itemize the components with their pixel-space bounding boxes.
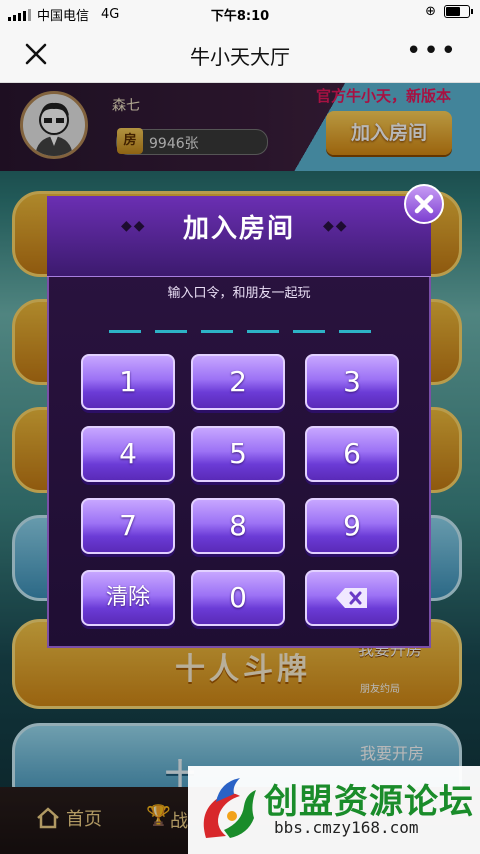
key-0[interactable]: 0 [191,570,285,626]
dialog-subtitle: 输入口令，和朋友一起玩 [167,286,311,301]
code-slot [201,330,233,333]
diamond-decoration-right: ◆◆ [323,218,349,234]
status-right: ⊕ [425,4,473,19]
battery-icon [444,5,473,18]
more-icon[interactable]: ••• [406,38,458,64]
nav-bar: 牛小天大厅 ••• [0,26,480,83]
dialog-header: ◆◆ 加入房间 ◆◆ [47,196,431,277]
code-slots [109,330,371,333]
key-5[interactable]: 5 [191,426,285,482]
close-icon [414,194,434,214]
code-slot [293,330,325,333]
key-3[interactable]: 3 [305,354,399,410]
code-slot [109,330,141,333]
key-4[interactable]: 4 [81,426,175,482]
key-2[interactable]: 2 [191,354,285,410]
code-slot [155,330,187,333]
backspace-button[interactable] [305,570,399,626]
key-6[interactable]: 6 [305,426,399,482]
watermark-title: 创盟资源论坛 [264,782,474,822]
key-1[interactable]: 1 [81,354,175,410]
backspace-icon [336,588,367,608]
key-9[interactable]: 9 [305,498,399,554]
key-7[interactable]: 7 [81,498,175,554]
key-8[interactable]: 8 [191,498,285,554]
watermark-url: bbs.cmzy168.com [274,818,419,837]
watermark: 创盟资源论坛 bbs.cmzy168.com [188,766,480,854]
dialog-close-button[interactable] [404,184,444,224]
clock: 下午8:10 [210,9,270,24]
status-bar: 中国电信 4G 下午8:10 ⊕ [0,0,480,26]
clear-button[interactable]: 清除 [81,570,175,626]
rotation-lock-icon: ⊕ [425,4,436,19]
code-slot [339,330,371,333]
join-room-dialog: ◆◆ 加入房间 ◆◆ 输入口令，和朋友一起玩 1 2 3 4 5 6 7 8 9… [47,196,431,648]
forum-logo-icon [203,778,256,838]
dialog-title: 加入房间 [182,214,295,244]
code-slot [247,330,279,333]
battery-level [446,7,460,16]
